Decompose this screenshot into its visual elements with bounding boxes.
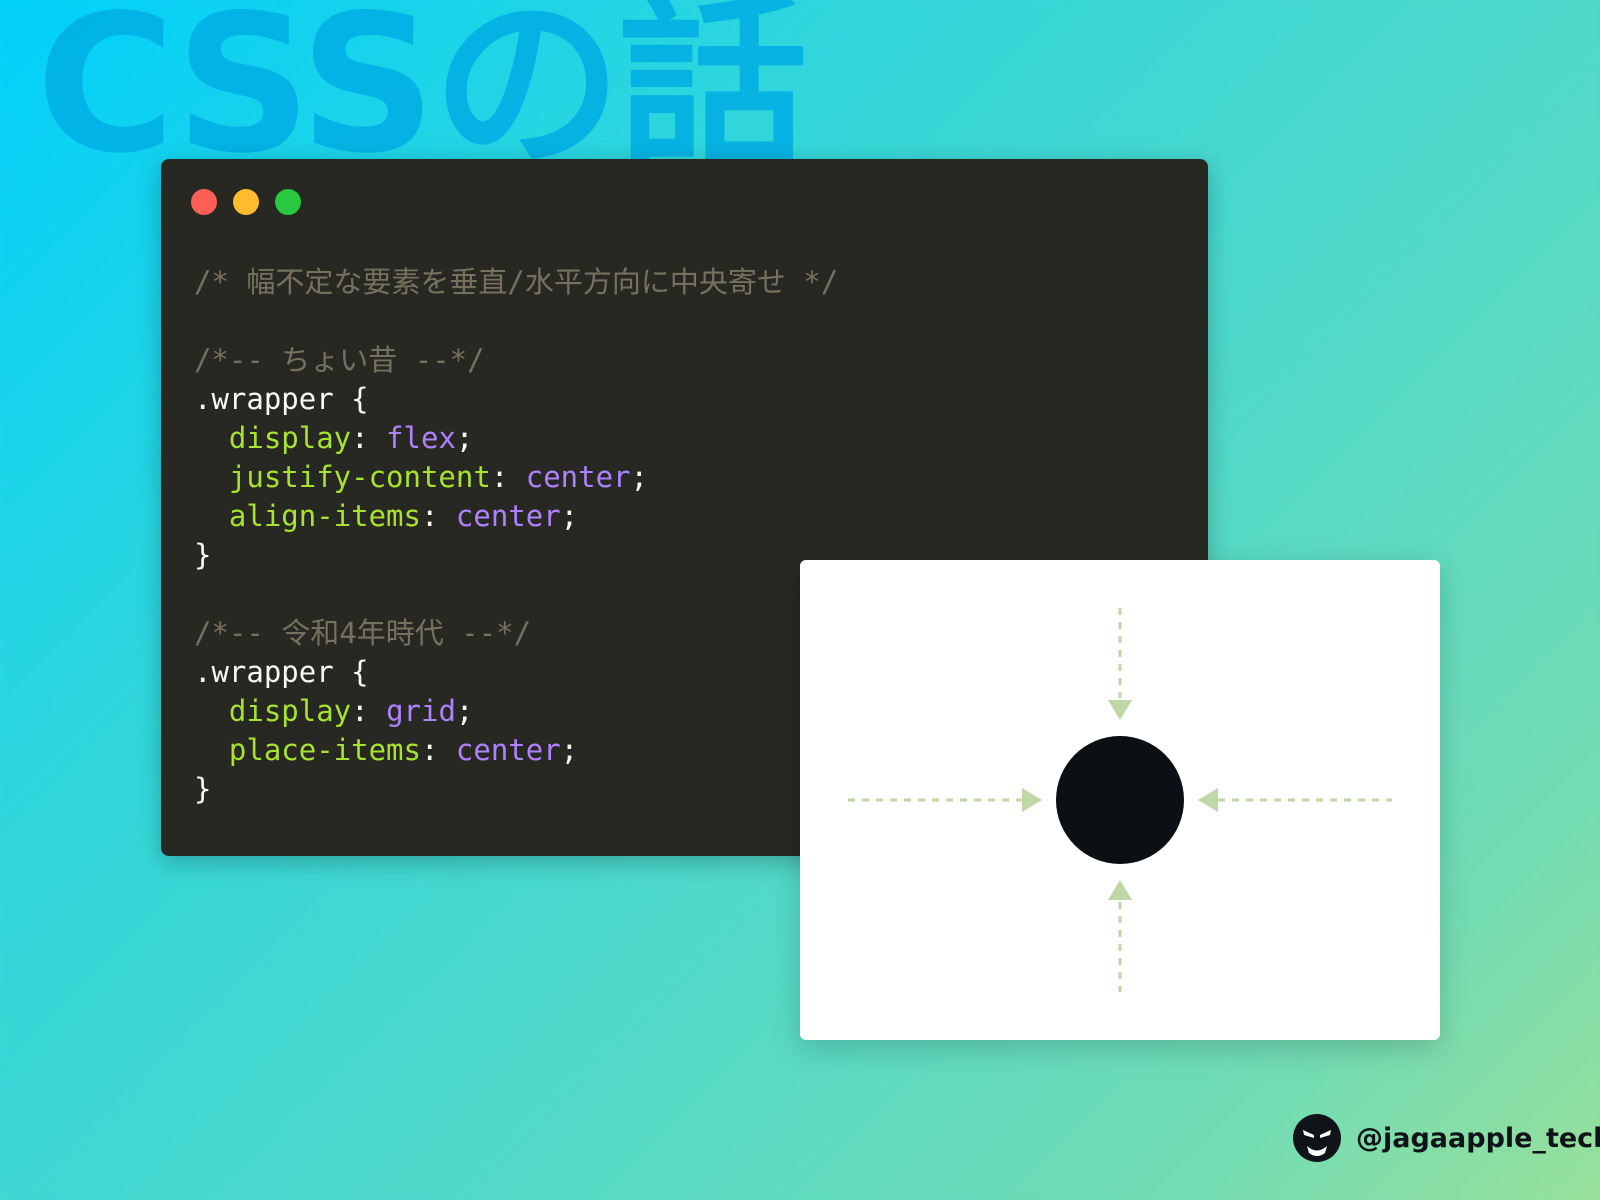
code-property: display: [228, 694, 352, 728]
code-colon: :: [351, 421, 387, 455]
code-colon: :: [420, 733, 456, 767]
code-semicolon: ;: [455, 694, 474, 728]
code-semicolon: ;: [630, 460, 648, 494]
code-selector: .wrapper: [194, 382, 334, 416]
arrow-right-icon: [1022, 788, 1042, 812]
centering-demo-panel: [800, 560, 1440, 1040]
ninja-avatar-icon: [1293, 1114, 1341, 1162]
centering-diagram: [848, 608, 1392, 992]
code-block: /* 幅不定な要素を垂直/水平方向に中央寄せ */ /*-- ちょい昔 --*/…: [194, 263, 838, 809]
code-colon: :: [351, 694, 387, 728]
code-value: center: [525, 460, 631, 494]
author-credit: @jagaapple_tech: [1292, 1112, 1600, 1164]
background-title: CSSの話: [36, 0, 808, 195]
code-selector: .wrapper: [194, 655, 334, 689]
code-value: center: [455, 499, 561, 533]
code-comment-new: /*-- 令和4年時代 --*/: [194, 616, 532, 650]
window-zoom-dot[interactable]: [275, 189, 301, 215]
code-property: display: [228, 421, 352, 455]
code-semicolon: ;: [455, 421, 474, 455]
arrow-left-icon: [1198, 788, 1218, 812]
code-brace: {: [333, 382, 369, 416]
code-property: justify-content: [228, 460, 491, 494]
code-value: flex: [386, 421, 456, 455]
arrow-down-icon: [1108, 700, 1132, 720]
code-colon: :: [420, 499, 456, 533]
window-minimize-dot[interactable]: [233, 189, 259, 215]
code-brace: {: [333, 655, 369, 689]
code-brace: }: [194, 538, 212, 572]
code-brace: }: [194, 772, 212, 806]
code-colon: :: [490, 460, 526, 494]
code-semicolon: ;: [560, 733, 579, 767]
code-comment-main: /* 幅不定な要素を垂直/水平方向に中央寄せ */: [194, 265, 839, 299]
code-property: align-items: [228, 499, 421, 533]
code-semicolon: ;: [560, 499, 579, 533]
window-close-dot[interactable]: [191, 189, 217, 215]
centered-circle: [1056, 736, 1184, 864]
code-value: grid: [386, 694, 456, 728]
code-property: place-items: [228, 733, 421, 767]
code-value: center: [455, 733, 561, 767]
code-comment-old: /*-- ちょい昔 --*/: [194, 343, 485, 377]
arrow-up-icon: [1108, 880, 1132, 900]
author-handle[interactable]: @jagaapple_tech: [1356, 1123, 1600, 1154]
